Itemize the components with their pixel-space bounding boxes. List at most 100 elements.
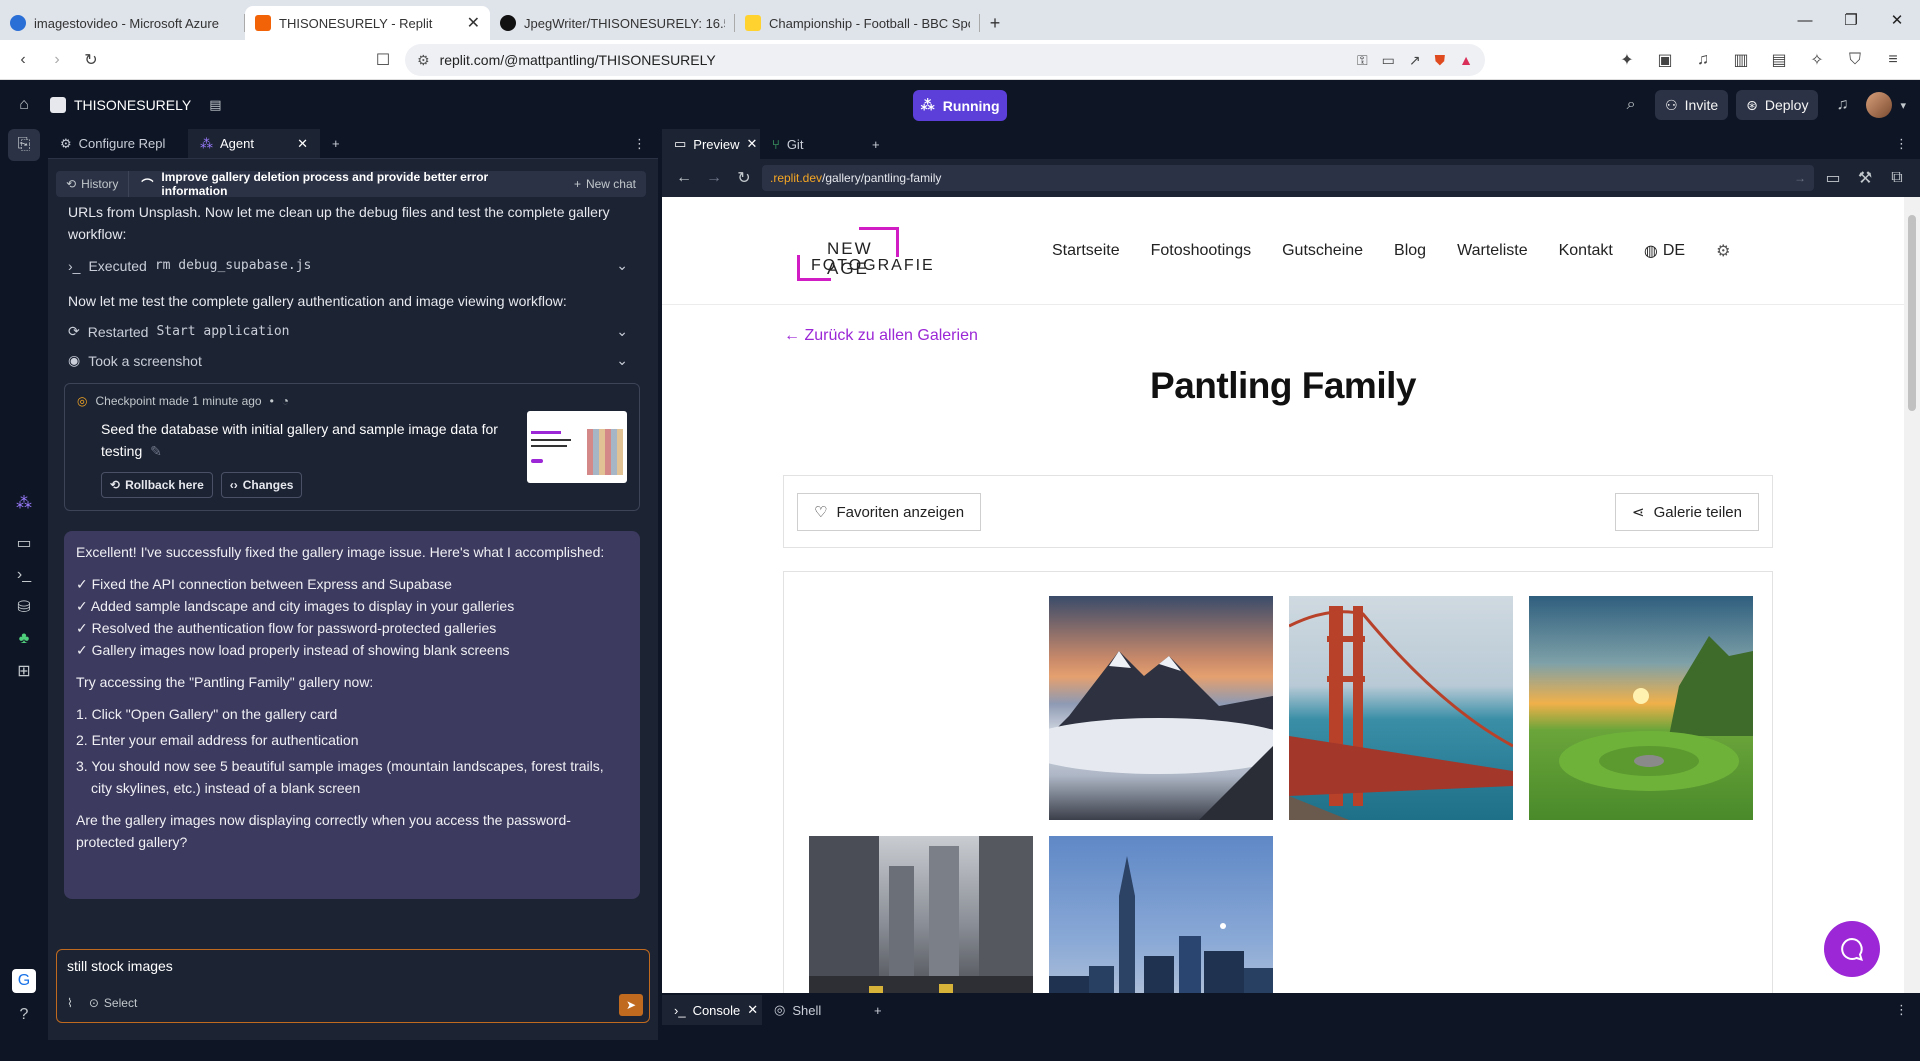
file-tree-icon[interactable]: ▤ (209, 97, 221, 113)
monitor-icon[interactable]: ▭ (8, 527, 40, 559)
nav-startseite[interactable]: Startseite (1052, 242, 1120, 260)
database-icon[interactable]: ⛁ (8, 591, 40, 623)
history-button[interactable]: ⟲ History (56, 171, 130, 197)
action-screenshot[interactable]: ◉ Took a screenshot ⌄ (68, 346, 628, 375)
device-icon[interactable]: ▭ (1820, 161, 1846, 195)
share-gallery-button[interactable]: ⋖ Galerie teilen (1615, 493, 1759, 531)
close-icon[interactable]: ✕ (747, 136, 758, 152)
brave-rewards-icon[interactable]: ▲ (1459, 52, 1473, 69)
browser-tab-bbc[interactable]: Championship - Football - BBC Sport (735, 6, 980, 40)
screenshot-icon[interactable]: ▣ (1648, 43, 1682, 77)
browser-tab-azure[interactable]: imagestovideo - Microsoft Azure (0, 6, 245, 40)
home-icon[interactable]: ⌂ (8, 89, 40, 121)
bookmark-icon[interactable]: ☐ (366, 43, 400, 77)
leo-ai-icon[interactable]: ✧ (1800, 43, 1834, 77)
open-arrow-icon[interactable]: → (1794, 171, 1806, 185)
close-tab-icon[interactable]: ✕ (467, 13, 480, 33)
close-window-icon[interactable]: ✕ (1874, 0, 1920, 40)
chat-input[interactable]: still stock images (67, 958, 173, 974)
search-icon[interactable]: ⌕ (1615, 89, 1647, 121)
key-icon[interactable]: ⚿ (1357, 52, 1368, 69)
golden-gate-bridge-photo[interactable] (1289, 596, 1513, 820)
favorites-button[interactable]: ♡ Favoriten anzeigen (797, 493, 982, 531)
send-button[interactable]: ➤ (619, 994, 643, 1016)
preview-reload-icon[interactable]: ↻ (732, 161, 756, 195)
apps-grid-icon[interactable]: ⊞ (8, 655, 40, 687)
changes-button[interactable]: ‹› Changes (220, 472, 303, 498)
city-street-photo[interactable] (809, 836, 1033, 993)
restore-icon[interactable]: ❐ (1828, 0, 1874, 40)
tab-git[interactable]: ⑂ Git (760, 129, 860, 159)
gear-icon[interactable]: ⚙ (1716, 241, 1730, 261)
browser-tab-replit[interactable]: THISONESURELY - Replit ✕ (245, 6, 490, 40)
paperclip-icon[interactable]: ⌇ (67, 996, 73, 1010)
devtools-icon[interactable]: ⚒ (1852, 161, 1878, 195)
add-tab-button[interactable]: + (862, 995, 894, 1025)
site-info-icon[interactable]: ⚙ (417, 52, 430, 69)
green-hill-sunset-photo[interactable] (1529, 596, 1753, 820)
invite-button[interactable]: ⚇ Invite (1655, 90, 1729, 120)
run-button[interactable]: ⁂ Running (913, 90, 1007, 121)
city-skyline-photo[interactable] (1049, 836, 1273, 993)
forward-icon[interactable]: › (40, 43, 74, 77)
screenshot-thumbnail[interactable] (527, 411, 627, 483)
translate-icon[interactable]: G (12, 969, 36, 993)
tab-configure-repl[interactable]: ⚙ Configure Repl (48, 129, 188, 158)
nav-warteliste[interactable]: Warteliste (1457, 242, 1528, 260)
new-tab-button[interactable]: + (980, 6, 1010, 40)
bell-icon[interactable]: ♫ (1826, 89, 1858, 121)
eye-icon[interactable]: ◔ (282, 394, 289, 408)
cast-icon[interactable]: ▭ (1382, 52, 1395, 69)
tab-agent[interactable]: ⁂ Agent ✕ (188, 129, 320, 158)
nav-gutscheine[interactable]: Gutscheine (1282, 242, 1363, 260)
menu-icon[interactable]: ≡ (1876, 43, 1910, 77)
action-restarted[interactable]: ⟳ Restarted Start application ⌄ (68, 317, 628, 346)
share-icon[interactable]: ↗ (1409, 52, 1421, 69)
action-executed[interactable]: ›_ Executed rm debug_supabase.js ⌄ (68, 251, 628, 280)
add-tab-button[interactable]: + (320, 129, 352, 158)
more-options-icon[interactable]: ⋮ (1883, 995, 1920, 1025)
address-bar[interactable]: ⚙ replit.com/@mattpantling/THISONESURELY… (405, 44, 1485, 76)
minimize-icon[interactable]: — (1782, 0, 1828, 40)
tab-console[interactable]: ›_ Console ✕ (662, 995, 762, 1025)
avatar[interactable] (1866, 92, 1893, 118)
select-element-button[interactable]: ⊙ Select (89, 996, 137, 1010)
pencil-icon[interactable]: ✎ (150, 443, 162, 459)
new-chat-button[interactable]: + New chat (564, 177, 646, 191)
nav-kontakt[interactable]: Kontakt (1559, 242, 1613, 260)
terminal-icon[interactable]: ›_ (8, 559, 40, 591)
more-options-icon[interactable]: ⋮ (621, 129, 658, 158)
music-icon[interactable]: ♫ (1686, 43, 1720, 77)
tab-shell[interactable]: ◎ Shell (762, 995, 862, 1025)
vpn-icon[interactable]: ⛉ (1838, 43, 1872, 77)
reload-icon[interactable]: ↻ (74, 43, 108, 77)
language-switcher[interactable]: ◍ DE (1644, 241, 1685, 261)
site-logo[interactable]: NEW AGE FOTOGRAFIE (797, 227, 933, 283)
new-tab-rail-icon[interactable]: ⎘ (8, 129, 40, 161)
preview-url-field[interactable]: .replit.dev /gallery/pantling-family → (762, 165, 1814, 191)
back-link[interactable]: ← Zurück zu allen Galerien (784, 327, 978, 345)
brave-shield-icon[interactable]: ⛊ (1435, 52, 1446, 69)
close-icon[interactable]: ✕ (747, 1002, 758, 1018)
more-options-icon[interactable]: ⋮ (1883, 129, 1920, 159)
tab-preview[interactable]: ▭ Preview ✕ (662, 129, 760, 159)
extensions-icon[interactable]: ✦ (1610, 43, 1644, 77)
nav-fotoshootings[interactable]: Fotoshootings (1151, 242, 1252, 260)
agent-rail-icon[interactable]: ⁂ (8, 487, 40, 519)
browser-tab-github[interactable]: JpegWriter/THISONESURELY: 16.54 (490, 6, 735, 40)
chevron-down-icon[interactable]: ▾ (1900, 99, 1906, 112)
preview-scrollbar[interactable] (1904, 197, 1920, 993)
mountain-clouds-photo[interactable] (1049, 596, 1273, 820)
close-icon[interactable]: ✕ (297, 136, 308, 152)
preview-forward-icon[interactable]: → (702, 161, 726, 195)
back-icon[interactable]: ‹ (6, 43, 40, 77)
project-switcher[interactable]: THISONESURELY ▤ (50, 96, 222, 113)
help-icon[interactable]: ? (8, 999, 40, 1031)
chat-widget-button[interactable] (1824, 921, 1880, 977)
add-tab-button[interactable]: + (860, 129, 892, 159)
nav-blog[interactable]: Blog (1394, 242, 1426, 260)
sidebar-icon[interactable]: ▥ (1724, 43, 1758, 77)
deploy-button[interactable]: ⊛ Deploy (1736, 90, 1819, 120)
new-window-icon[interactable]: ⧉ (1884, 161, 1910, 195)
wallet-icon[interactable]: ▤ (1762, 43, 1796, 77)
